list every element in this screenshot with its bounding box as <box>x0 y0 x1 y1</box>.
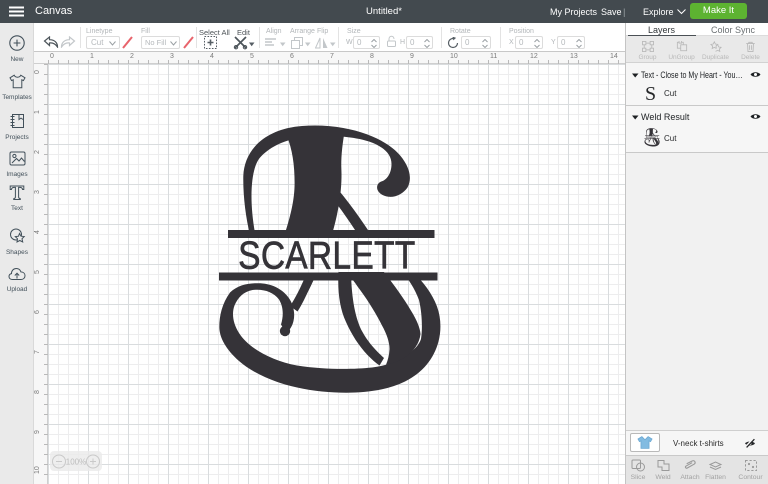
svg-text:SCARLETT: SCARLETT <box>238 233 415 277</box>
svg-text:100%: 100% <box>66 458 86 467</box>
